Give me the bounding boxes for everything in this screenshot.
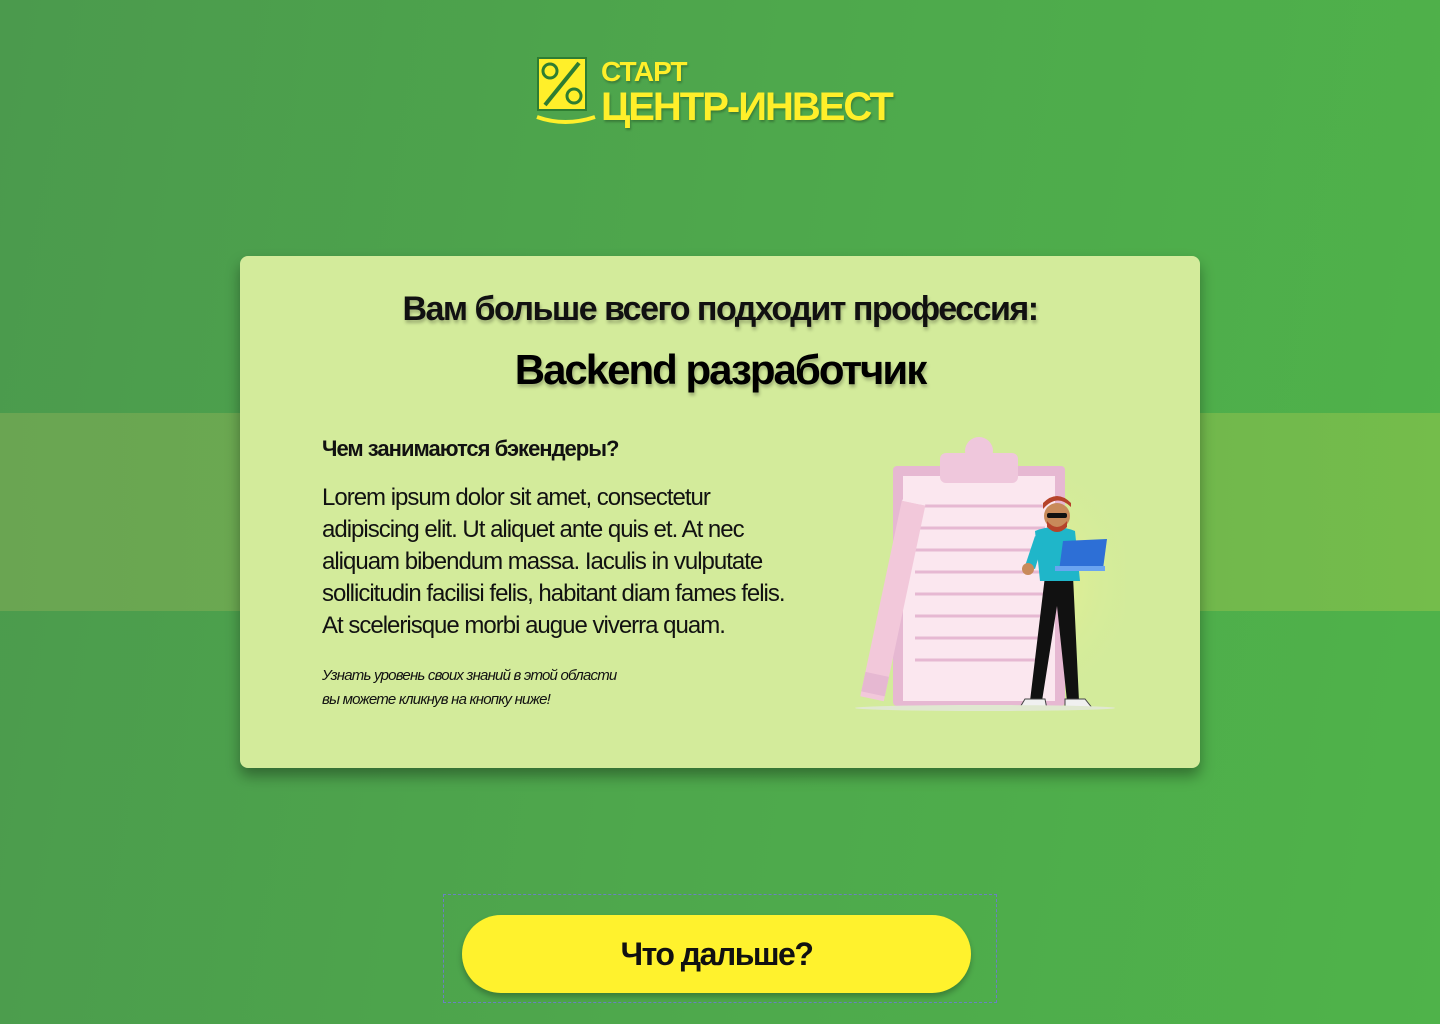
result-card: Вам больше всего подходит профессия: Bac… <box>240 256 1200 768</box>
brand-line2: ЦЕНТР-ИНВЕСТ <box>601 85 894 129</box>
profession-title: Backend разработчик <box>514 346 928 393</box>
result-subtitle: Вам больше всего подходит профессия: <box>402 290 1039 328</box>
hint-line1: Узнать уровень своих знаний в этой облас… <box>322 667 617 684</box>
profession-description: Lorem ipsum dolor sit amet, consectetur … <box>322 484 786 639</box>
percent-coin-icon <box>536 57 596 124</box>
brand-logo[interactable]: СТАРТ ЦЕНТР-ИНВЕСТ <box>535 55 905 130</box>
section-question: Чем занимаются бэкендеры? <box>322 436 619 461</box>
brand-line1: СТАРТ <box>601 56 687 87</box>
hint-text: Узнать уровень своих знаний в этой облас… <box>322 664 682 712</box>
hint-line2: вы можете кликнув на кнопку ниже! <box>322 691 551 708</box>
developer-with-laptop-clipboard-illustration <box>855 437 1125 711</box>
next-button[interactable]: Что дальше? <box>462 915 971 993</box>
